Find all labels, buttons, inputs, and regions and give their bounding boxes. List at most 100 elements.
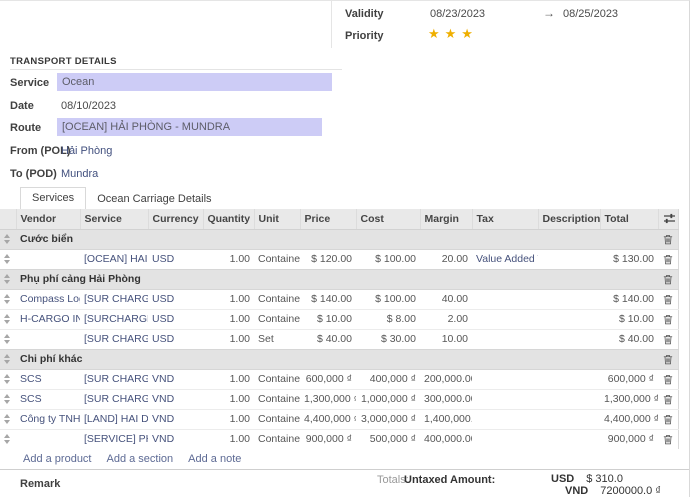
cell-vendor[interactable]: Compass Logist... [16, 289, 80, 309]
cell-unit[interactable]: Container [254, 369, 300, 389]
add-product-link[interactable]: Add a product [23, 453, 92, 465]
pol-value[interactable]: Hải Phòng [61, 145, 112, 157]
cell-price[interactable]: $ 140.00 [300, 289, 356, 309]
cell-tax[interactable] [472, 369, 538, 389]
cell-quantity[interactable]: 1.00 [203, 309, 254, 329]
cell-currency[interactable]: VND [148, 389, 203, 409]
cell-tax[interactable] [472, 289, 538, 309]
section-row[interactable]: Phụ phí cảng Hải Phòng [0, 269, 678, 289]
validity-from-date[interactable]: 08/23/2023 [430, 8, 485, 20]
cell-service[interactable]: [OCEAN] HAI P... [80, 249, 148, 269]
priority-stars-icon[interactable]: ★★★ [428, 26, 478, 42]
drag-handle[interactable] [0, 429, 16, 449]
cell-cost[interactable]: $ 100.00 [356, 249, 420, 269]
table-row[interactable]: H-CARGO INTE... [SURCHARGE] S... USD 1.0… [0, 309, 678, 329]
cell-description[interactable] [538, 409, 600, 429]
cell-quantity[interactable]: 1.00 [203, 389, 254, 409]
delete-row-button[interactable] [658, 249, 678, 269]
header-currency[interactable]: Currency [148, 209, 203, 229]
header-quantity[interactable]: Quantity [203, 209, 254, 229]
delete-row-button[interactable] [658, 389, 678, 409]
cell-description[interactable] [538, 429, 600, 449]
drag-handle[interactable] [0, 249, 16, 269]
cell-price[interactable]: 600,000 ₫ [300, 369, 356, 389]
cell-total[interactable]: 900,000 ₫ [600, 429, 658, 449]
cell-quantity[interactable]: 1.00 [203, 249, 254, 269]
cell-vendor[interactable] [16, 329, 80, 349]
cell-margin[interactable]: 2.00 [420, 309, 472, 329]
cell-description[interactable] [538, 329, 600, 349]
cell-total[interactable]: $ 40.00 [600, 329, 658, 349]
drag-handle[interactable] [0, 329, 16, 349]
cell-quantity[interactable]: 1.00 [203, 429, 254, 449]
cell-service[interactable]: [SERVICE] PHYT... [80, 429, 148, 449]
cell-cost[interactable]: $ 30.00 [356, 329, 420, 349]
table-row[interactable]: SCS [SUR CHARGE] ... VND 1.00 Container … [0, 389, 678, 409]
add-note-link[interactable]: Add a note [188, 453, 241, 465]
date-field[interactable]: 08/10/2023 [61, 100, 116, 112]
cell-tax[interactable] [472, 329, 538, 349]
cell-service[interactable]: [SUR CHARGE] ... [80, 289, 148, 309]
drag-handle[interactable] [0, 369, 16, 389]
drag-handle[interactable] [0, 309, 16, 329]
cell-cost[interactable]: $ 100.00 [356, 289, 420, 309]
delete-row-button[interactable] [658, 349, 678, 369]
cell-unit[interactable]: Set [254, 329, 300, 349]
cell-tax[interactable]: Value Added Ta... [472, 249, 538, 269]
cell-quantity[interactable]: 1.00 [203, 369, 254, 389]
cell-description[interactable] [538, 389, 600, 409]
cell-cost[interactable]: 400,000 ₫ [356, 369, 420, 389]
cell-service[interactable]: [SUR CHARGE] ... [80, 329, 148, 349]
cell-service[interactable]: [SURCHARGE] S... [80, 309, 148, 329]
cell-unit[interactable]: Container [254, 309, 300, 329]
header-tax[interactable]: Tax [472, 209, 538, 229]
cell-total[interactable]: $ 140.00 [600, 289, 658, 309]
header-service[interactable]: Service [80, 209, 148, 229]
delete-row-button[interactable] [658, 309, 678, 329]
cell-price[interactable]: 1,300,000 ₫ [300, 389, 356, 409]
cell-tax[interactable] [472, 309, 538, 329]
cell-cost[interactable]: 3,000,000 ₫ [356, 409, 420, 429]
cell-total[interactable]: $ 10.00 [600, 309, 658, 329]
header-vendor[interactable]: Vendor [16, 209, 80, 229]
cell-description[interactable] [538, 289, 600, 309]
table-row[interactable]: SCS [SUR CHARGE] ... VND 1.00 Container … [0, 369, 678, 389]
table-row[interactable]: [SERVICE] PHYT... VND 1.00 Container 900… [0, 429, 678, 449]
cell-unit[interactable]: Container [254, 409, 300, 429]
drag-handle[interactable] [0, 409, 16, 429]
cell-description[interactable] [538, 369, 600, 389]
delete-row-button[interactable] [658, 369, 678, 389]
service-field[interactable]: Ocean [57, 73, 332, 91]
header-margin[interactable]: Margin [420, 209, 472, 229]
cell-price[interactable]: $ 120.00 [300, 249, 356, 269]
tab-ocean-carriage-details[interactable]: Ocean Carriage Details [86, 189, 222, 211]
cell-service[interactable]: [SUR CHARGE] ... [80, 389, 148, 409]
pod-value[interactable]: Mundra [61, 168, 98, 180]
cell-currency[interactable]: VND [148, 409, 203, 429]
cell-unit[interactable]: Container [254, 289, 300, 309]
cell-tax[interactable] [472, 389, 538, 409]
cell-quantity[interactable]: 1.00 [203, 329, 254, 349]
cell-quantity[interactable]: 1.00 [203, 289, 254, 309]
cell-vendor[interactable]: SCS [16, 389, 80, 409]
cell-margin[interactable]: 20.00 [420, 249, 472, 269]
table-row[interactable]: [SUR CHARGE] ... USD 1.00 Set $ 40.00 $ … [0, 329, 678, 349]
header-unit[interactable]: Unit [254, 209, 300, 229]
cell-margin[interactable]: 1,400,000.00 [420, 409, 472, 429]
delete-row-button[interactable] [658, 329, 678, 349]
validity-to-date[interactable]: 08/25/2023 [563, 8, 618, 20]
cell-tax[interactable] [472, 429, 538, 449]
cell-currency[interactable]: VND [148, 369, 203, 389]
cell-vendor[interactable]: SCS [16, 369, 80, 389]
table-row[interactable]: Công ty TNHH ... [LAND] HAI DU... VND 1.… [0, 409, 678, 429]
delete-row-button[interactable] [658, 269, 678, 289]
cell-currency[interactable]: USD [148, 249, 203, 269]
cell-margin[interactable]: 200,000.00 [420, 369, 472, 389]
cell-margin[interactable]: 10.00 [420, 329, 472, 349]
cell-margin[interactable]: 40.00 [420, 289, 472, 309]
cell-unit[interactable]: Container [254, 389, 300, 409]
cell-price[interactable]: $ 10.00 [300, 309, 356, 329]
delete-row-button[interactable] [658, 409, 678, 429]
cell-service[interactable]: [LAND] HAI DU... [80, 409, 148, 429]
drag-handle[interactable] [0, 349, 16, 369]
